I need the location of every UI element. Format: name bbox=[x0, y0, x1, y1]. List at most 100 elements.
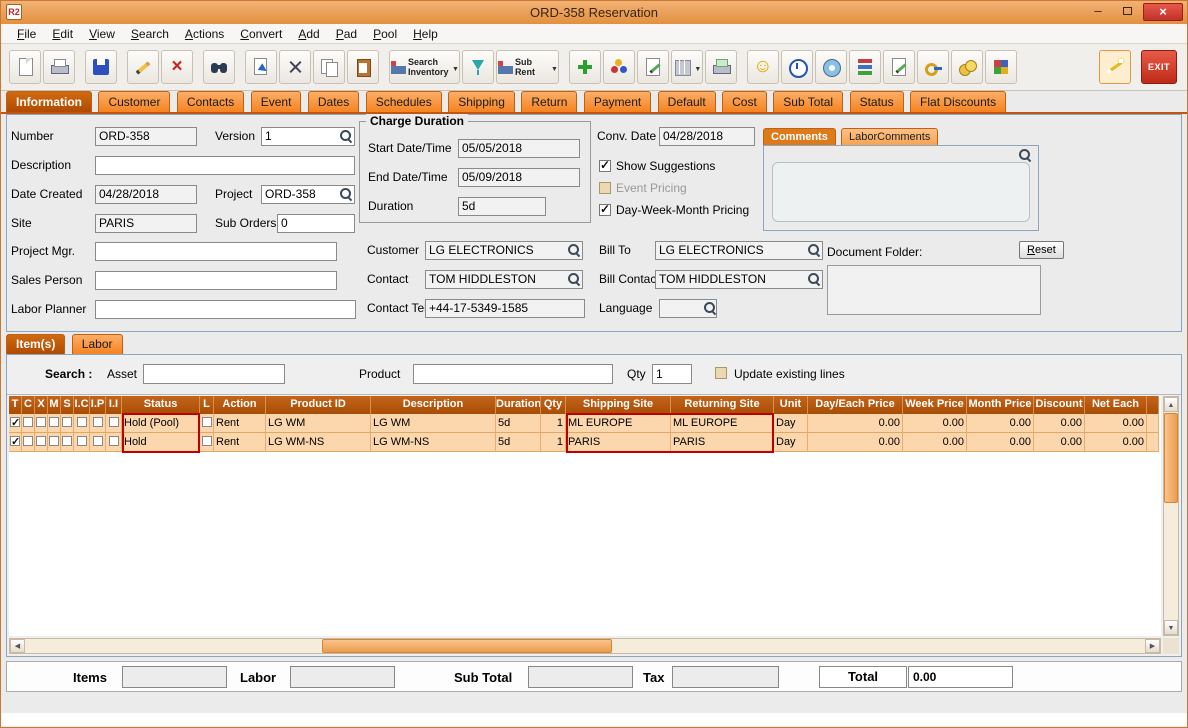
tab-labor-comments[interactable]: LaborComments bbox=[841, 128, 938, 145]
row-checkbox-ii[interactable] bbox=[109, 417, 119, 427]
table-row[interactable]: Hold (Pool) Rent LG WM LG WM 5d 1 ML EUR… bbox=[9, 414, 1159, 433]
row-checkbox-s[interactable] bbox=[62, 436, 72, 446]
tab-dates[interactable]: Dates bbox=[308, 91, 359, 112]
cell-discount[interactable]: 0.00 bbox=[1034, 414, 1085, 433]
row-checkbox-c[interactable] bbox=[23, 417, 33, 427]
horizontal-scroll-thumb[interactable] bbox=[322, 639, 612, 653]
table-row[interactable]: Hold Rent LG WM-NS LG WM-NS 5d 1 PARIS P… bbox=[9, 433, 1159, 452]
contact-field[interactable]: TOM HIDDLESTON bbox=[425, 270, 583, 289]
date-created-field[interactable]: 04/28/2018 bbox=[95, 185, 197, 204]
paste-button[interactable] bbox=[347, 50, 379, 84]
print-labels-button[interactable] bbox=[705, 50, 737, 84]
col-discount[interactable]: Discount bbox=[1034, 396, 1085, 414]
col-status[interactable]: Status bbox=[122, 396, 200, 414]
tab-information[interactable]: Information bbox=[6, 91, 92, 112]
cell-day-each-price[interactable]: 0.00 bbox=[808, 414, 903, 433]
contact-tel-field[interactable]: +44-17-5349-1585 bbox=[425, 299, 585, 318]
reset-button[interactable]: Reset bbox=[1019, 241, 1064, 259]
sales-person-field[interactable] bbox=[95, 271, 337, 290]
col-product-id[interactable]: Product ID bbox=[266, 396, 371, 414]
menu-search[interactable]: Search bbox=[123, 25, 177, 43]
cell-returning-site[interactable]: PARIS bbox=[671, 433, 774, 452]
tab-event[interactable]: Event bbox=[251, 91, 302, 112]
col-net-each[interactable]: Net Each bbox=[1085, 396, 1147, 414]
delete-button[interactable]: × bbox=[161, 50, 193, 84]
bill-to-field[interactable]: LG ELECTRONICS bbox=[655, 241, 823, 260]
menu-add[interactable]: Add bbox=[290, 25, 327, 43]
grid-menu-button[interactable] bbox=[671, 50, 703, 84]
tab-schedules[interactable]: Schedules bbox=[366, 91, 442, 112]
col-month-price[interactable]: Month Price bbox=[967, 396, 1034, 414]
cell-shipping-site[interactable]: ML EUROPE bbox=[566, 414, 671, 433]
row-checkbox-t[interactable] bbox=[10, 417, 20, 427]
cell-status[interactable]: Hold bbox=[122, 433, 200, 452]
labor-planner-field[interactable] bbox=[95, 300, 356, 319]
cell-unit[interactable]: Day bbox=[774, 414, 808, 433]
row-checkbox-l[interactable] bbox=[202, 417, 212, 427]
contact-magnifier-icon[interactable] bbox=[567, 272, 581, 286]
minimize-button[interactable]: – bbox=[1085, 3, 1111, 21]
conv-date-field[interactable]: 04/28/2018 bbox=[659, 127, 755, 146]
save-button[interactable] bbox=[85, 50, 117, 84]
cell-unit[interactable]: Day bbox=[774, 433, 808, 452]
menu-convert[interactable]: Convert bbox=[232, 25, 290, 43]
smiley-button[interactable]: ☺ bbox=[747, 50, 779, 84]
cell-day-each-price[interactable]: 0.00 bbox=[808, 433, 903, 452]
cell-net-each[interactable]: 0.00 bbox=[1085, 414, 1147, 433]
money-button[interactable] bbox=[951, 50, 983, 84]
tab-status[interactable]: Status bbox=[850, 91, 904, 112]
menu-file[interactable]: File bbox=[9, 25, 44, 43]
search-inventory-button[interactable]: Search Inventory bbox=[389, 50, 460, 84]
asset-input[interactable] bbox=[143, 364, 285, 384]
update-existing-lines-checkbox[interactable] bbox=[715, 367, 727, 379]
cell-shipping-site[interactable]: PARIS bbox=[566, 433, 671, 452]
cell-net-each[interactable]: 0.00 bbox=[1085, 433, 1147, 452]
edit-button[interactable] bbox=[127, 50, 159, 84]
customer-magnifier-icon[interactable] bbox=[567, 243, 581, 257]
cut-button[interactable] bbox=[279, 50, 311, 84]
cell-qty[interactable]: 1 bbox=[541, 414, 566, 433]
bill-contact-magnifier-icon[interactable] bbox=[807, 272, 821, 286]
pour-button[interactable] bbox=[462, 50, 494, 84]
sub-rent-button[interactable]: Sub Rent bbox=[496, 50, 559, 84]
day-week-month-checkbox-row[interactable]: Day-Week-Month Pricing bbox=[599, 203, 749, 217]
customer-field[interactable]: LG ELECTRONICS bbox=[425, 241, 583, 260]
row-checkbox-x[interactable] bbox=[36, 417, 46, 427]
scroll-right-arrow[interactable]: ▶ bbox=[1145, 639, 1160, 653]
edit-note-button[interactable] bbox=[637, 50, 669, 84]
tab-labor[interactable]: Labor bbox=[72, 334, 123, 354]
number-field[interactable]: ORD-358 bbox=[95, 127, 197, 146]
cell-returning-site[interactable]: ML EUROPE bbox=[671, 414, 774, 433]
cell-product-id[interactable]: LG WM-NS bbox=[266, 433, 371, 452]
tab-default[interactable]: Default bbox=[658, 91, 716, 112]
site-field[interactable]: PARIS bbox=[95, 214, 197, 233]
start-date-field[interactable]: 05/05/2018 bbox=[458, 139, 580, 158]
cell-qty[interactable]: 1 bbox=[541, 433, 566, 452]
row-checkbox-m[interactable] bbox=[49, 417, 59, 427]
cell-discount[interactable]: 0.00 bbox=[1034, 433, 1085, 452]
cell-month-price[interactable]: 0.00 bbox=[967, 414, 1034, 433]
cd-button[interactable] bbox=[815, 50, 847, 84]
convert-document-button[interactable] bbox=[245, 50, 277, 84]
menu-pool[interactable]: Pool bbox=[365, 25, 405, 43]
exit-button[interactable]: EXIT bbox=[1141, 50, 1177, 84]
version-search-magnifier-icon[interactable] bbox=[339, 129, 353, 143]
project-mgr-field[interactable] bbox=[95, 242, 337, 261]
comments-magnifier-icon[interactable] bbox=[1018, 148, 1032, 162]
day-week-month-checkbox[interactable] bbox=[599, 204, 611, 216]
tab-payment[interactable]: Payment bbox=[584, 91, 651, 112]
scroll-down-arrow[interactable]: ▼ bbox=[1164, 620, 1178, 635]
col-x[interactable]: X bbox=[35, 396, 48, 414]
project-search-magnifier-icon[interactable] bbox=[339, 187, 353, 201]
tab-contacts[interactable]: Contacts bbox=[177, 91, 244, 112]
end-date-field[interactable]: 05/09/2018 bbox=[458, 168, 580, 187]
menu-actions[interactable]: Actions bbox=[177, 25, 232, 43]
tab-sub-total[interactable]: Sub Total bbox=[773, 91, 843, 112]
col-t[interactable]: T bbox=[9, 396, 22, 414]
cell-product-id[interactable]: LG WM bbox=[266, 414, 371, 433]
find-button[interactable] bbox=[203, 50, 235, 84]
row-checkbox-x[interactable] bbox=[36, 436, 46, 446]
tab-return[interactable]: Return bbox=[521, 91, 577, 112]
col-ip[interactable]: I.P bbox=[90, 396, 106, 414]
col-s[interactable]: S bbox=[61, 396, 74, 414]
